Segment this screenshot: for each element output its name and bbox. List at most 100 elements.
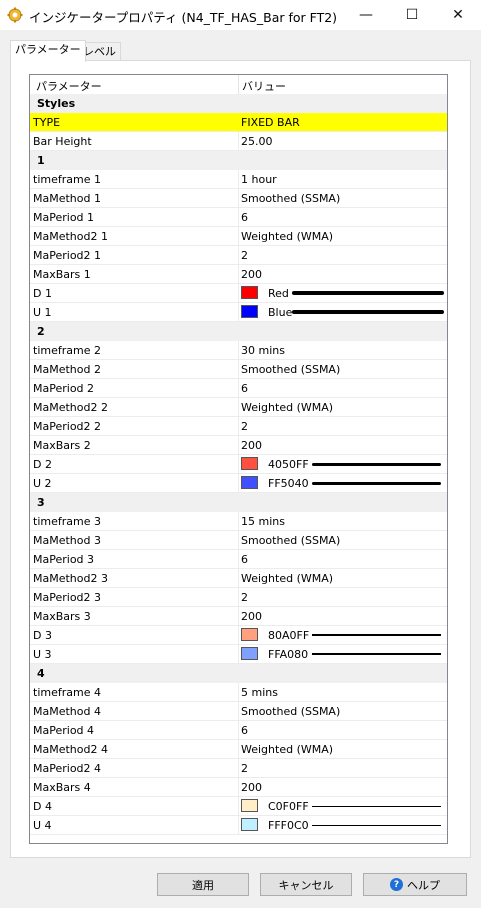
color-swatch[interactable] (241, 647, 258, 660)
parameter-row[interactable]: D 3 80A0FF (30, 626, 447, 645)
cell-divider (238, 303, 239, 322)
cell-divider (238, 379, 239, 398)
parameter-value[interactable]: 2 (241, 249, 248, 262)
color-swatch[interactable] (241, 286, 258, 299)
column-header-parameter[interactable]: パラメーター (36, 78, 102, 94)
category-row[interactable]: 2 (30, 322, 447, 341)
parameter-name: MaxBars 3 (33, 610, 91, 623)
parameter-name: D 3 (33, 629, 52, 642)
parameter-value[interactable]: 2 (241, 420, 248, 433)
parameter-row[interactable]: D 4 C0F0FF (30, 797, 447, 816)
cell-divider (238, 588, 239, 607)
category-row[interactable]: Styles (30, 94, 447, 113)
parameter-row[interactable]: MaMethod 1 Smoothed (SSMA) (30, 189, 447, 208)
category-row[interactable]: 1 (30, 151, 447, 170)
color-swatch[interactable] (241, 476, 258, 489)
parameter-value[interactable]: 15 mins (241, 515, 285, 528)
parameter-row[interactable]: MaMethod 2 Smoothed (SSMA) (30, 360, 447, 379)
parameter-row[interactable]: MaPeriod 3 6 (30, 550, 447, 569)
parameter-row[interactable]: MaxBars 3 200 (30, 607, 447, 626)
parameter-value[interactable]: 6 (241, 211, 248, 224)
parameter-value[interactable]: 25.00 (241, 135, 273, 148)
color-swatch[interactable] (241, 799, 258, 812)
parameter-value[interactable]: 6 (241, 724, 248, 737)
cell-divider (238, 816, 239, 835)
parameter-value[interactable]: 1 hour (241, 173, 277, 186)
minimize-button[interactable]: — (343, 0, 389, 30)
parameter-row[interactable]: MaPeriod 2 6 (30, 379, 447, 398)
parameter-row[interactable]: U 3 FFA080 (30, 645, 447, 664)
parameter-value[interactable]: Smoothed (SSMA) (241, 534, 340, 547)
parameter-value[interactable]: 5 mins (241, 686, 278, 699)
parameter-value[interactable]: Weighted (WMA) (241, 401, 333, 414)
parameter-value[interactable]: Smoothed (SSMA) (241, 363, 340, 376)
parameter-value[interactable]: 6 (241, 553, 248, 566)
color-swatch[interactable] (241, 305, 258, 318)
parameter-row[interactable]: MaMethod2 4 Weighted (WMA) (30, 740, 447, 759)
cell-divider (238, 417, 239, 436)
color-swatch[interactable] (241, 457, 258, 470)
parameter-row[interactable]: U 4 FFF0C0 (30, 816, 447, 835)
close-button[interactable]: ✕ (435, 0, 481, 30)
cell-divider (238, 569, 239, 588)
parameter-name: U 2 (33, 477, 52, 490)
parameter-row[interactable]: U 1 Blue (30, 303, 447, 322)
parameter-row[interactable]: D 2 4050FF (30, 455, 447, 474)
parameter-value[interactable]: 30 mins (241, 344, 285, 357)
color-swatch[interactable] (241, 818, 258, 831)
parameter-value[interactable]: Weighted (WMA) (241, 572, 333, 585)
parameter-row[interactable]: MaPeriod2 4 2 (30, 759, 447, 778)
parameter-name: MaMethod2 1 (33, 230, 108, 243)
line-width-preview (312, 634, 441, 636)
parameter-value[interactable]: 200 (241, 439, 262, 452)
parameter-row[interactable]: MaPeriod 1 6 (30, 208, 447, 227)
help-button[interactable]: ? ヘルプ (363, 873, 467, 896)
cell-divider (238, 778, 239, 797)
parameter-value[interactable]: 2 (241, 762, 248, 775)
column-header-value[interactable]: バリュー (242, 78, 286, 94)
parameter-row[interactable]: D 1 Red (30, 284, 447, 303)
parameter-row[interactable]: timeframe 4 5 mins (30, 683, 447, 702)
parameter-row[interactable]: MaPeriod2 2 2 (30, 417, 447, 436)
column-divider[interactable] (238, 75, 239, 94)
parameter-value[interactable]: Weighted (WMA) (241, 230, 333, 243)
parameter-value[interactable]: 2 (241, 591, 248, 604)
parameter-row[interactable]: Bar Height 25.00 (30, 132, 447, 151)
parameter-value[interactable]: 6 (241, 382, 248, 395)
category-row[interactable]: 4 (30, 664, 447, 683)
category-row[interactable]: 3 (30, 493, 447, 512)
parameter-value[interactable]: 200 (241, 610, 262, 623)
cell-divider (238, 645, 239, 664)
parameter-row[interactable]: MaMethod2 2 Weighted (WMA) (30, 398, 447, 417)
parameter-row[interactable]: MaPeriod2 1 2 (30, 246, 447, 265)
parameter-value[interactable]: 200 (241, 268, 262, 281)
parameter-row[interactable]: MaxBars 4 200 (30, 778, 447, 797)
parameter-row[interactable]: TYPE FIXED BAR (30, 113, 447, 132)
cancel-button[interactable]: キャンセル (260, 873, 352, 896)
parameter-row[interactable]: U 2 FF5040 (30, 474, 447, 493)
cell-divider (238, 702, 239, 721)
cell-divider (238, 246, 239, 265)
parameter-row[interactable]: timeframe 3 15 mins (30, 512, 447, 531)
parameter-value[interactable]: 200 (241, 781, 262, 794)
parameter-row[interactable]: MaPeriod2 3 2 (30, 588, 447, 607)
parameter-row[interactable]: MaxBars 1 200 (30, 265, 447, 284)
parameter-row[interactable]: MaMethod2 3 Weighted (WMA) (30, 569, 447, 588)
maximize-button[interactable]: ☐ (389, 0, 435, 30)
tab-parameters[interactable]: パラメーター (10, 40, 86, 62)
parameter-value[interactable]: Weighted (WMA) (241, 743, 333, 756)
color-name: FF5040 (268, 477, 309, 490)
parameter-row[interactable]: MaMethod2 1 Weighted (WMA) (30, 227, 447, 246)
parameter-value[interactable]: Smoothed (SSMA) (241, 705, 340, 718)
parameter-row[interactable]: MaPeriod 4 6 (30, 721, 447, 740)
parameter-row[interactable]: timeframe 1 1 hour (30, 170, 447, 189)
parameter-row[interactable]: MaxBars 2 200 (30, 436, 447, 455)
parameter-value[interactable]: FIXED BAR (241, 116, 300, 129)
parameter-row[interactable]: MaMethod 4 Smoothed (SSMA) (30, 702, 447, 721)
parameter-value[interactable]: Smoothed (SSMA) (241, 192, 340, 205)
parameter-row[interactable]: MaMethod 3 Smoothed (SSMA) (30, 531, 447, 550)
cell-divider (238, 284, 239, 303)
apply-button[interactable]: 適用 (157, 873, 249, 896)
parameter-row[interactable]: timeframe 2 30 mins (30, 341, 447, 360)
color-swatch[interactable] (241, 628, 258, 641)
